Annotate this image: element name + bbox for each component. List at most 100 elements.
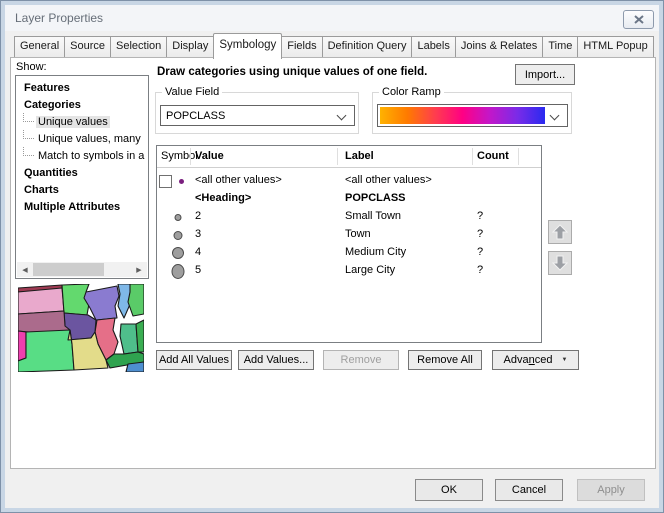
column-header-count: Count [477, 150, 509, 162]
count-cell: ? [477, 210, 483, 222]
color-ramp-group: Color Ramp [372, 92, 572, 134]
value-cell: <Heading> [195, 192, 251, 204]
import-button[interactable]: Import... [515, 64, 575, 85]
value-cell: 5 [195, 264, 201, 276]
show-item-match-symbols[interactable]: Match to symbols in a [16, 147, 148, 164]
value-cell: 3 [195, 228, 201, 240]
tab-display[interactable]: Display [166, 36, 214, 57]
tab-general[interactable]: General [14, 36, 65, 57]
color-ramp-swatch [380, 107, 545, 124]
show-label: Show: [16, 61, 47, 73]
tab-labels[interactable]: Labels [411, 36, 455, 57]
tab-html-popup[interactable]: HTML Popup [577, 36, 653, 57]
add-all-values-button[interactable]: Add All Values [156, 350, 232, 370]
show-item-quantities[interactable]: Quantities [16, 164, 148, 181]
tab-joins-relates[interactable]: Joins & Relates [455, 36, 543, 57]
column-header-label: Label [345, 150, 374, 162]
panel-description: Draw categories using unique values of o… [157, 66, 427, 78]
count-cell: ? [477, 246, 483, 258]
tab-symbology[interactable]: Symbology [213, 33, 282, 59]
chevron-down-icon [550, 111, 560, 121]
close-icon [634, 15, 644, 24]
remove-all-button[interactable]: Remove All [408, 350, 482, 370]
table-row-5[interactable]: 5 Large City ? [157, 262, 541, 280]
cancel-button[interactable]: Cancel [495, 479, 563, 501]
all-other-values-checkbox[interactable] [159, 175, 172, 188]
value-field-group: Value Field POPCLASS [155, 92, 359, 134]
apply-button: Apply [577, 479, 645, 501]
show-item-unique-values-many[interactable]: Unique values, many [16, 130, 148, 147]
count-cell: ? [477, 264, 483, 276]
value-cell: 2 [195, 210, 201, 222]
tab-fields[interactable]: Fields [281, 36, 322, 57]
label-cell: Medium City [345, 246, 406, 258]
label-cell: POPCLASS [345, 192, 406, 204]
scrollbar-track [33, 262, 131, 277]
column-header-symbol: Symbol [161, 150, 198, 162]
color-ramp-dropdown[interactable] [377, 104, 568, 127]
tree-branch-icon [23, 130, 34, 139]
move-up-button[interactable] [548, 220, 572, 244]
tab-definition-query[interactable]: Definition Query [322, 36, 413, 57]
color-ramp-label: Color Ramp [379, 86, 444, 98]
table-row-4[interactable]: 4 Medium City ? [157, 244, 541, 262]
label-cell: <all other values> [345, 174, 432, 186]
tree-horizontal-scrollbar: ◀ ▶ [17, 262, 147, 277]
advanced-button[interactable]: Advanced ▼ [492, 350, 579, 370]
label-cell: Small Town [345, 210, 401, 222]
value-field-dropdown[interactable]: POPCLASS [160, 105, 355, 126]
column-divider [337, 148, 338, 165]
symbol-dot[interactable] [172, 264, 185, 279]
show-item-unique-values[interactable]: Unique values [16, 113, 148, 130]
count-cell: ? [477, 228, 483, 240]
tab-source[interactable]: Source [64, 36, 111, 57]
scroll-right-icon[interactable]: ▶ [131, 262, 147, 277]
table-row-2[interactable]: 2 Small Town ? [157, 208, 541, 226]
arrow-down-icon [552, 255, 568, 271]
move-down-button[interactable] [548, 251, 572, 275]
arrow-up-icon [552, 224, 568, 240]
header-divider [157, 167, 541, 168]
show-item-multiple-attributes[interactable]: Multiple Attributes [16, 198, 148, 215]
window-title: Layer Properties [15, 11, 103, 25]
column-divider [190, 148, 191, 165]
tree-branch-icon [23, 113, 34, 122]
dropdown-arrow-icon: ▼ [562, 357, 568, 363]
add-values-button[interactable]: Add Values... [238, 350, 314, 370]
table-row-heading[interactable]: <Heading> POPCLASS [157, 190, 541, 208]
show-item-charts[interactable]: Charts [16, 181, 148, 198]
remove-button: Remove [323, 350, 399, 370]
ok-button[interactable]: OK [415, 479, 483, 501]
label-cell: Town [345, 228, 371, 240]
table-row-3[interactable]: 3 Town ? [157, 226, 541, 244]
chevron-down-icon [337, 111, 347, 121]
close-button[interactable] [623, 10, 654, 29]
advanced-label: Adva [504, 354, 529, 366]
layer-properties-dialog: Layer Properties General Source Selectio… [0, 0, 664, 513]
symbol-dot[interactable] [175, 214, 182, 221]
scrollbar-thumb[interactable] [33, 263, 104, 276]
show-item-categories[interactable]: Categories [16, 96, 148, 113]
value-field-label: Value Field [162, 86, 222, 98]
tab-selection[interactable]: Selection [110, 36, 167, 57]
layer-preview-map [18, 284, 144, 372]
column-header-value: Value [195, 150, 224, 162]
symbol-dot[interactable] [179, 179, 184, 184]
value-cell: 4 [195, 246, 201, 258]
value-cell: <all other values> [195, 174, 282, 186]
unique-values-table: Symbol Value Label Count <all other valu… [156, 145, 542, 343]
tab-strip: General Source Selection Display Symbolo… [14, 34, 653, 57]
symbol-dot[interactable] [174, 231, 183, 240]
symbol-dot[interactable] [172, 247, 184, 259]
value-field-selected: POPCLASS [161, 110, 225, 122]
tree-branch-icon [23, 147, 34, 156]
show-item-features[interactable]: Features [16, 79, 148, 96]
label-cell: Large City [345, 264, 395, 276]
titlebar: Layer Properties [5, 5, 659, 31]
column-divider [518, 148, 519, 165]
tab-time[interactable]: Time [542, 36, 578, 57]
table-row-all-other-values[interactable]: <all other values> <all other values> [157, 172, 541, 190]
show-tree: Features Categories Unique values Unique… [15, 75, 149, 279]
column-divider [472, 148, 473, 165]
scroll-left-icon[interactable]: ◀ [17, 262, 33, 277]
